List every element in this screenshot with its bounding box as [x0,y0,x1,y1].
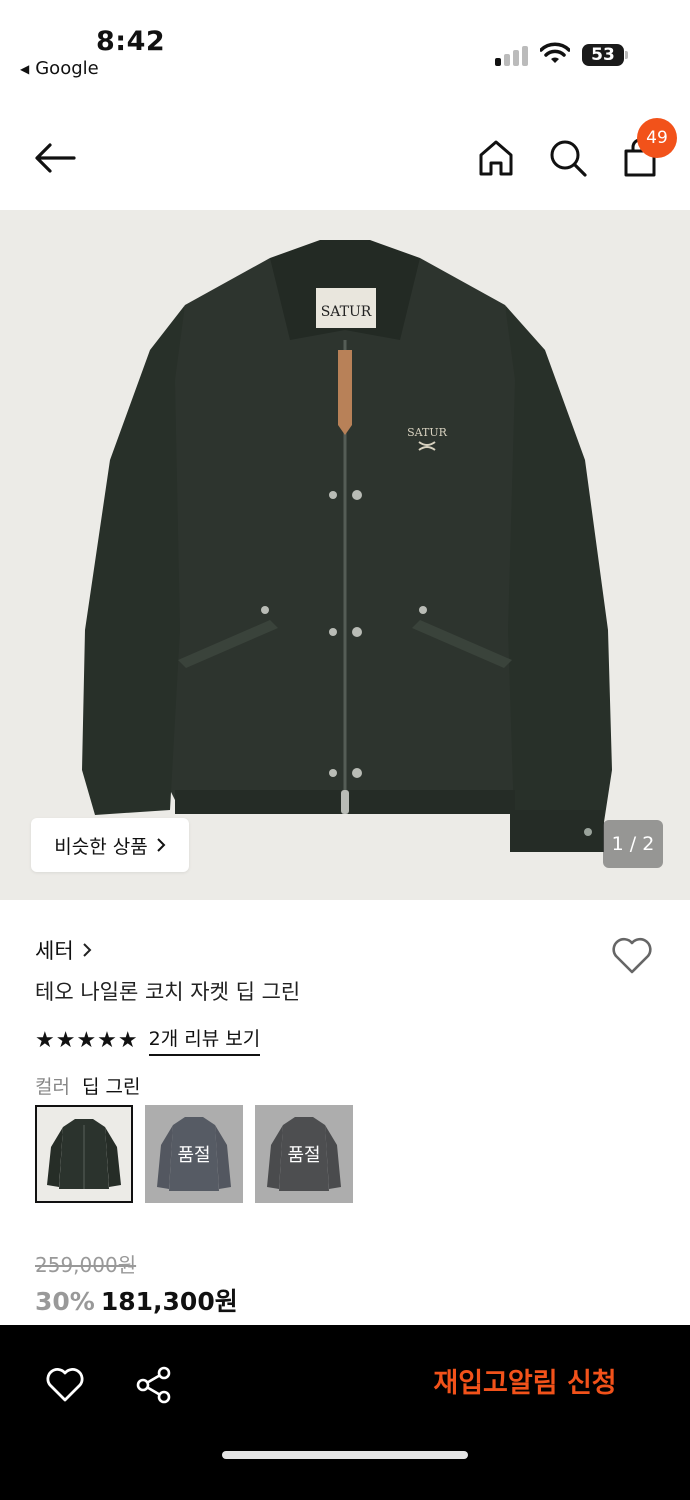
bottom-action-bar: 재입고알림 신청 [0,1325,690,1500]
home-indicator[interactable] [222,1451,468,1459]
signal-icon [495,44,529,66]
price-row: 30% 181,300원 [35,1282,238,1318]
battery-cap [625,51,628,59]
color-swatch-navy[interactable]: 품절 [145,1105,243,1203]
color-row: 컬러 딥 그린 [35,1072,140,1099]
status-time: 8:42 [96,26,166,57]
search-icon[interactable] [546,136,590,180]
image-page-indicator: 1 / 2 [603,820,663,868]
sold-out-label: 품절 [255,1105,353,1203]
jacket-logo-text: SATUR [407,426,447,439]
top-nav [0,100,690,210]
product-image-carousel[interactable]: SATUR SATUR 비슷한 상품 1 / 2 [0,210,690,900]
wifi-icon [540,42,570,63]
back-to-app-link[interactable]: ◀ Google [20,58,99,79]
similar-products-label: 비슷한 상품 [54,835,148,858]
back-arrow-icon[interactable] [30,138,80,178]
color-label: 컬러 [35,1076,70,1098]
back-triangle-icon: ◀ [20,61,30,76]
cart-count-badge: 49 [637,118,677,158]
back-app-label: Google [35,58,99,79]
brand-name: 세터 [35,939,74,963]
brand-link[interactable]: 세터 [35,935,92,965]
product-image-jacket: SATUR SATUR [82,240,612,852]
sold-out-label: 품절 [145,1105,243,1203]
color-value: 딥 그린 [81,1076,141,1098]
color-swatch-black[interactable]: 품절 [255,1105,353,1203]
sale-price: 181,300원 [100,1287,238,1316]
product-title: 테오 나일론 코치 자켓 딥 그린 [35,980,301,1004]
status-bar: 8:42 ◀ Google 53 [0,0,690,100]
chevron-right-icon [157,838,166,852]
jacket-label-text: SATUR [321,304,372,320]
original-price: 259,000원 [35,1253,137,1277]
discount-rate: 30% [35,1287,95,1316]
wishlist-heart-icon[interactable] [610,934,654,976]
reviews-link[interactable]: 2개 리뷰 보기 [148,1024,261,1056]
similar-products-button[interactable]: 비슷한 상품 [31,818,189,872]
rating-row: ★★★★★ 2개 리뷰 보기 [35,1024,261,1056]
restock-alert-button[interactable]: 재입고알림 신청 [400,1361,650,1407]
home-icon[interactable] [474,136,518,180]
color-swatches: 품절 품절 [35,1105,353,1203]
swatch-jacket-image [37,1107,131,1201]
color-swatch-deep-green[interactable] [35,1105,133,1203]
chevron-right-icon [82,943,92,957]
battery-icon: 53 [582,44,624,66]
share-icon[interactable] [134,1365,174,1405]
heart-icon[interactable] [45,1365,85,1405]
star-rating: ★★★★★ [35,1027,139,1053]
